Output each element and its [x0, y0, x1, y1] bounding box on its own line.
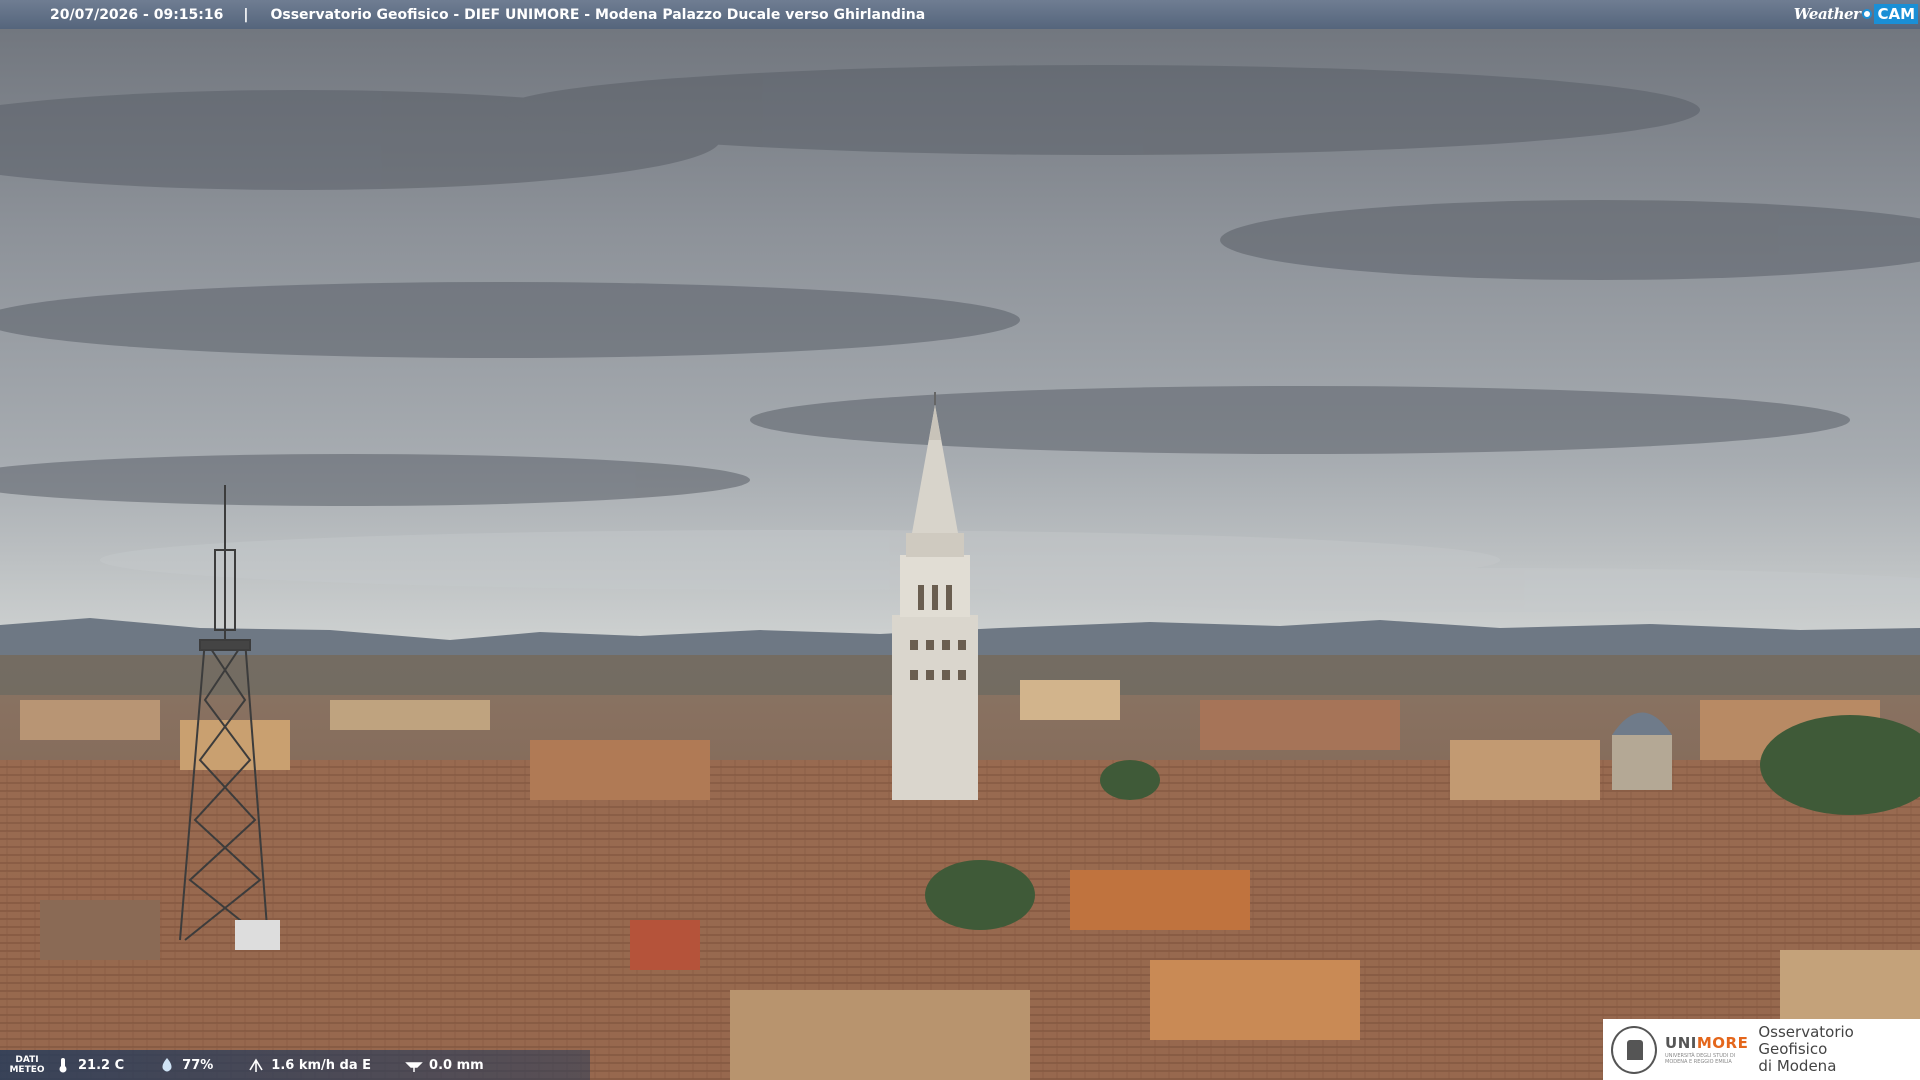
timestamp: 20/07/2026 - 09:15:16 [50, 6, 224, 23]
thermometer-icon [59, 1058, 67, 1073]
observatory-name: Osservatorio Geofisico di Modena [1758, 1024, 1920, 1075]
webcam-scene [0, 0, 1920, 1080]
meteo-bar: DATI METEO 21.2 C 77% 1.6 km/h da E 0.0 … [0, 1050, 590, 1080]
rain-gauge-icon [405, 1062, 423, 1072]
rain-reading: 0.0 mm [405, 1056, 484, 1074]
university-name-text: UNI [1665, 1034, 1697, 1052]
humidity-reading: 77% [158, 1056, 213, 1074]
university-subtitle: UNIVERSITÀ DEGLI STUDI DI MODENA E REGGI… [1665, 1053, 1736, 1065]
weathercam-logo-cam: CAM [1874, 4, 1918, 24]
university-name: UNIMORE [1665, 1034, 1748, 1052]
webcam-lens-icon [1862, 9, 1873, 19]
temperature-reading: 21.2 C [54, 1056, 124, 1074]
wind-reading: 1.6 km/h da E [247, 1056, 371, 1074]
unimore-wordmark: UNIMORE UNIVERSITÀ DEGLI STUDI DI MODENA… [1665, 1034, 1748, 1065]
caption-separator: | [243, 6, 249, 23]
humidity-drop-icon [162, 1058, 172, 1072]
weathercam-logo-weather: Weather [1793, 5, 1861, 23]
wind-icon [249, 1058, 263, 1072]
city-panorama [0, 0, 1920, 1080]
camera-title: Osservatorio Geofisico - DIEF UNIMORE - … [270, 6, 926, 23]
observatory-line2: di Modena [1758, 1057, 1837, 1075]
university-seal-icon [1611, 1025, 1658, 1074]
temperature-value: 21.2 C [78, 1057, 125, 1073]
university-name-accent: MORE [1696, 1034, 1749, 1052]
observatory-line1: Osservatorio Geofisico [1758, 1023, 1854, 1058]
meteo-label-line1: DATI [15, 1055, 39, 1065]
meteo-label-line2: METEO [9, 1065, 45, 1075]
rain-value: 0.0 mm [429, 1057, 484, 1073]
meteo-label: DATI METEO [0, 1055, 54, 1075]
wind-value: 1.6 km/h da E [271, 1057, 372, 1073]
caption-bar: 20/07/2026 - 09:15:16 | Osservatorio Geo… [0, 0, 1920, 29]
humidity-value: 77% [182, 1057, 214, 1073]
weathercam-logo[interactable]: Weather CAM [1794, 2, 1918, 26]
dome [1612, 712, 1672, 790]
unimore-logo-panel[interactable]: UNIMORE UNIVERSITÀ DEGLI STUDI DI MODENA… [1603, 1019, 1920, 1080]
